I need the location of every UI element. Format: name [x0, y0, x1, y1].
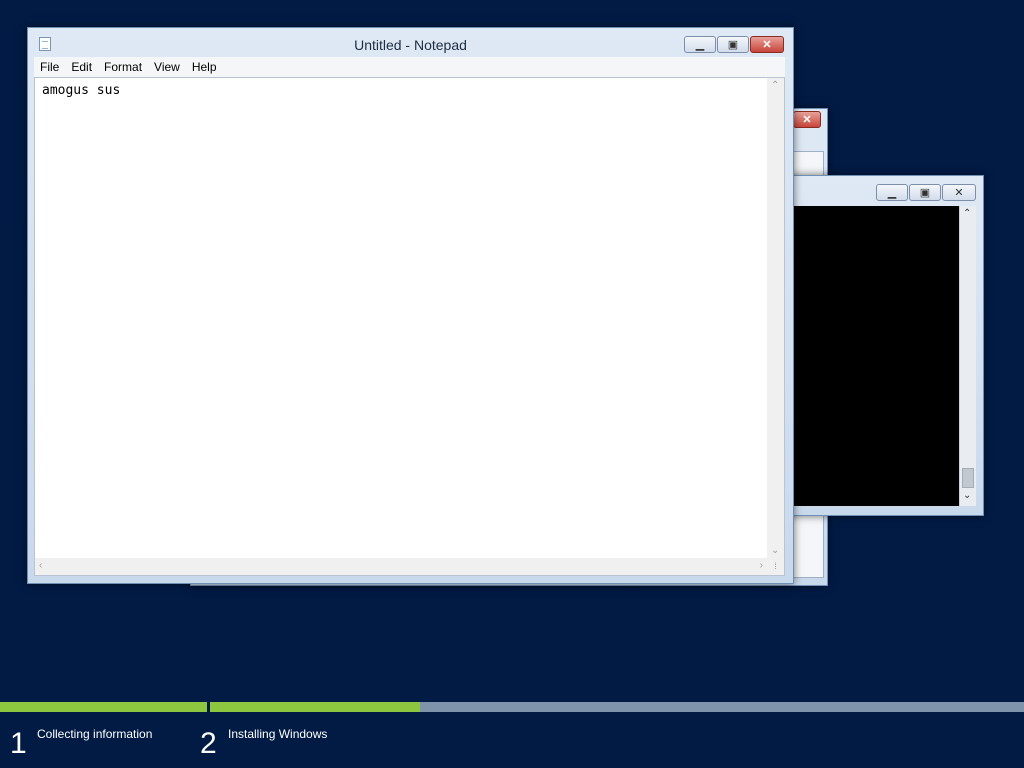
scroll-left-icon[interactable]: ‹ [39, 560, 42, 571]
menu-format[interactable]: Format [98, 60, 148, 74]
scroll-up-icon[interactable]: ⌃ [963, 208, 971, 219]
progress-segment-installing [210, 702, 1024, 712]
cmd-maximize-button[interactable]: ▣ [909, 184, 941, 201]
close-button[interactable]: ✕ [750, 36, 784, 53]
scroll-down-icon[interactable]: ⌄ [963, 490, 971, 501]
notepad-window: Untitled - Notepad ▁ ▣ ✕ File Edit Forma… [27, 27, 794, 584]
cmd-close-button[interactable]: ✕ [942, 184, 976, 201]
scroll-right-icon[interactable]: › [760, 560, 763, 571]
minimize-button[interactable]: ▁ [684, 36, 716, 53]
text-editor[interactable]: amogus sus ⌃ ⌄ ‹ › ⁞ [34, 77, 785, 576]
command-prompt-window: ▁ ▣ ✕ ⌃ ⌄ [780, 175, 984, 516]
step-number: 1 [10, 727, 27, 760]
background-window-close-button[interactable]: ✕ [793, 111, 821, 128]
progress-fill-installing [210, 702, 420, 712]
resize-grip-icon[interactable]: ⁞ [767, 558, 784, 575]
cmd-scroll-thumb[interactable] [962, 468, 974, 488]
menu-file[interactable]: File [34, 60, 65, 74]
menu-help[interactable]: Help [186, 60, 223, 74]
menu-bar: File Edit Format View Help [34, 57, 785, 77]
vertical-scrollbar[interactable]: ⌃ ⌄ [767, 78, 784, 558]
editor-content[interactable]: amogus sus [42, 83, 120, 98]
cmd-scrollbar[interactable]: ⌃ ⌄ [959, 206, 976, 506]
step-label: Collecting information [37, 727, 153, 741]
scroll-up-icon[interactable]: ⌃ [771, 80, 779, 91]
step-number: 2 [200, 727, 217, 760]
setup-progress-bar [0, 701, 1024, 713]
step-label: Installing Windows [228, 727, 328, 741]
progress-fill-collecting [0, 702, 207, 712]
progress-segment-collecting [0, 702, 207, 712]
horizontal-scrollbar[interactable]: ‹ › [35, 558, 767, 575]
window-title: Untitled - Notepad [354, 37, 467, 53]
menu-edit[interactable]: Edit [65, 60, 98, 74]
cmd-minimize-button[interactable]: ▁ [876, 184, 908, 201]
menu-view[interactable]: View [148, 60, 186, 74]
cmd-console-area[interactable] [787, 206, 959, 506]
maximize-button[interactable]: ▣ [717, 36, 749, 53]
scroll-down-icon[interactable]: ⌄ [771, 545, 779, 556]
